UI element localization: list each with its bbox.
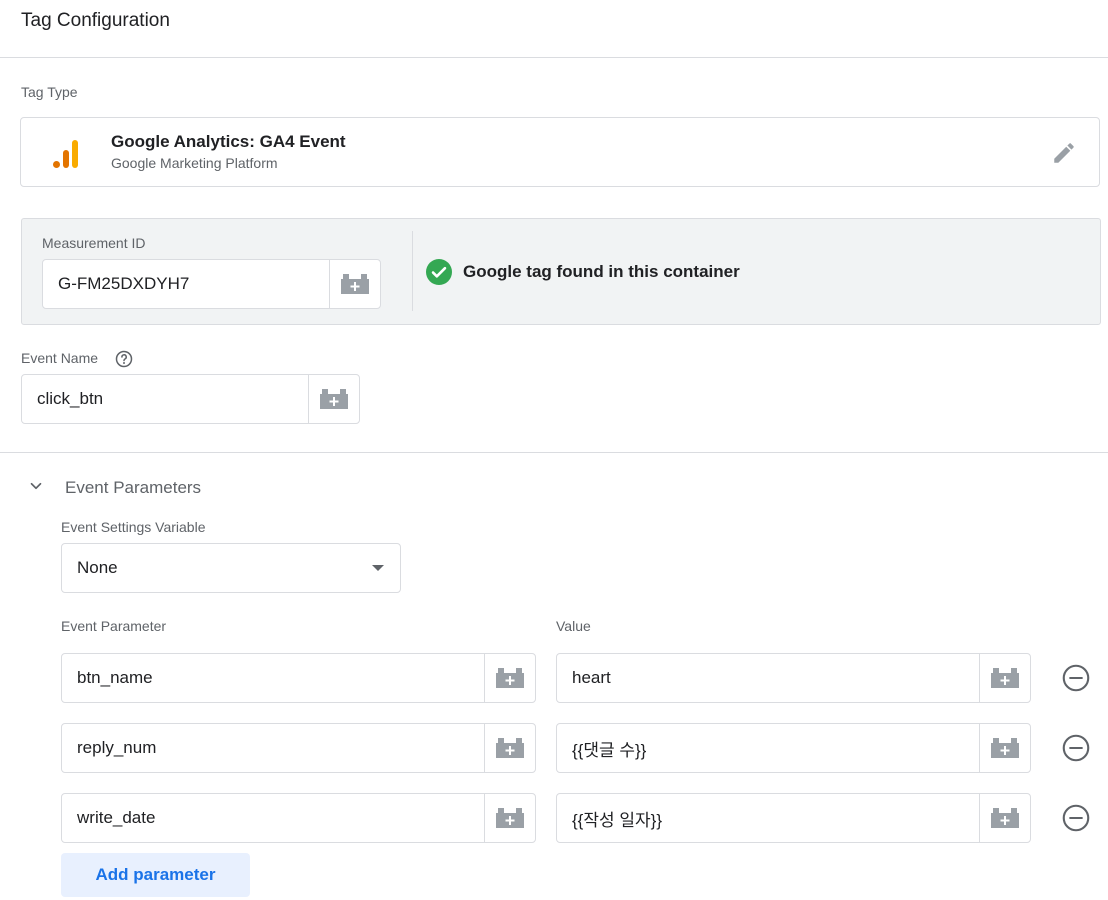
tag-type-card[interactable]: Google Analytics: GA4 Event Google Marke… bbox=[20, 117, 1100, 187]
parameter-value-field: {{작성 일자}} bbox=[556, 793, 1031, 843]
variable-picker-button[interactable] bbox=[484, 724, 535, 772]
variable-brick-icon bbox=[320, 389, 348, 409]
variable-picker-button[interactable] bbox=[308, 375, 359, 423]
section-divider bbox=[0, 452, 1108, 453]
remove-row-icon[interactable] bbox=[1062, 804, 1090, 832]
header-divider bbox=[0, 57, 1108, 58]
variable-brick-icon bbox=[496, 668, 524, 688]
variable-picker-button[interactable] bbox=[979, 724, 1030, 772]
parameter-value-input[interactable]: heart bbox=[557, 654, 979, 702]
google-tag-status: Google tag found in this container bbox=[463, 262, 740, 281]
measurement-id-label: Measurement ID bbox=[42, 235, 146, 251]
variable-picker-button[interactable] bbox=[979, 794, 1030, 842]
parameter-value-input[interactable]: {{작성 일자}} bbox=[557, 794, 979, 842]
dropdown-caret-icon bbox=[372, 565, 384, 571]
parameter-value-input[interactable]: {{댓글 수}} bbox=[557, 724, 979, 772]
variable-brick-icon bbox=[341, 274, 369, 294]
tag-type-name: Google Analytics: GA4 Event bbox=[111, 132, 346, 151]
event-parameter-field: btn_name bbox=[61, 653, 536, 703]
remove-row-icon[interactable] bbox=[1062, 664, 1090, 692]
add-parameter-button[interactable]: Add parameter bbox=[61, 853, 250, 897]
measurement-id-input[interactable]: G-FM25DXDYH7 bbox=[43, 260, 329, 308]
remove-row-icon[interactable] bbox=[1062, 734, 1090, 762]
event-parameter-field: reply_num bbox=[61, 723, 536, 773]
event-settings-variable-label: Event Settings Variable bbox=[61, 519, 206, 535]
event-name-input[interactable]: click_btn bbox=[22, 375, 308, 423]
tag-type-subtitle: Google Marketing Platform bbox=[111, 155, 278, 171]
variable-picker-button[interactable] bbox=[484, 654, 535, 702]
google-analytics-icon bbox=[53, 140, 78, 168]
variable-brick-icon bbox=[991, 668, 1019, 688]
variable-picker-button[interactable] bbox=[329, 260, 380, 308]
value-header: Value bbox=[556, 618, 591, 634]
page-title: Tag Configuration bbox=[21, 10, 170, 31]
variable-picker-button[interactable] bbox=[979, 654, 1030, 702]
parameter-value-field: heart bbox=[556, 653, 1031, 703]
help-icon[interactable] bbox=[115, 350, 133, 368]
measurement-panel: Measurement ID G-FM25DXDYH7 Google tag f… bbox=[21, 218, 1101, 325]
variable-brick-icon bbox=[496, 808, 524, 828]
variable-brick-icon bbox=[991, 808, 1019, 828]
event-parameter-field: write_date bbox=[61, 793, 536, 843]
measurement-id-field: G-FM25DXDYH7 bbox=[42, 259, 381, 309]
event-parameter-input[interactable]: reply_num bbox=[62, 724, 484, 772]
event-parameter-input[interactable]: write_date bbox=[62, 794, 484, 842]
event-name-label: Event Name bbox=[21, 350, 99, 366]
event-parameter-input[interactable]: btn_name bbox=[62, 654, 484, 702]
variable-brick-icon bbox=[496, 738, 524, 758]
tag-type-label: Tag Type bbox=[21, 84, 78, 100]
event-settings-variable-value: None bbox=[77, 558, 118, 577]
panel-divider bbox=[412, 231, 413, 311]
event-parameters-title[interactable]: Event Parameters bbox=[65, 478, 201, 498]
chevron-down-icon[interactable] bbox=[27, 477, 45, 495]
check-circle-icon bbox=[426, 259, 452, 285]
parameter-value-field: {{댓글 수}} bbox=[556, 723, 1031, 773]
event-settings-variable-select[interactable]: None bbox=[61, 543, 401, 593]
pencil-icon[interactable] bbox=[1051, 140, 1077, 166]
variable-brick-icon bbox=[991, 738, 1019, 758]
event-parameter-header: Event Parameter bbox=[61, 618, 167, 634]
variable-picker-button[interactable] bbox=[484, 794, 535, 842]
event-name-field: click_btn bbox=[21, 374, 360, 424]
